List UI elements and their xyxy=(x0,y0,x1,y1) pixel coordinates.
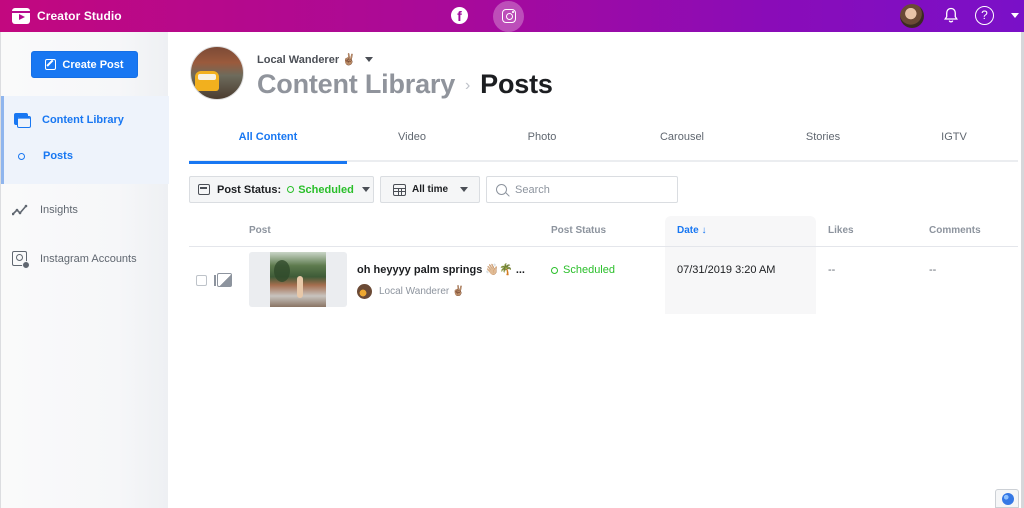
content-tabs: All Content Video Photo Carousel Stories… xyxy=(189,122,1019,164)
post-likes: -- xyxy=(828,264,836,276)
user-avatar[interactable] xyxy=(900,4,924,28)
status-text: Scheduled xyxy=(563,264,615,276)
breadcrumb-separator: › xyxy=(465,77,471,94)
account-settings-icon xyxy=(12,251,30,269)
tab-carousel[interactable]: Carousel xyxy=(607,122,757,162)
app-title: Creator Studio xyxy=(37,9,122,23)
sidebar-item-label: Content Library xyxy=(42,113,124,126)
caret-down-icon xyxy=(361,187,370,192)
author-name: Local Wanderer ✌🏽 xyxy=(379,286,465,297)
calendar-icon xyxy=(393,183,406,196)
insights-chart-icon xyxy=(12,204,28,216)
post-author: Local Wanderer ✌🏽 xyxy=(357,284,464,299)
tab-stories[interactable]: Stories xyxy=(757,122,889,162)
create-post-label: Create Post xyxy=(62,58,124,71)
globe-icon xyxy=(1002,493,1014,505)
account-name: Local Wanderer ✌🏽 xyxy=(257,54,356,66)
sidebar: Create Post Content Library Posts Insigh… xyxy=(0,32,169,508)
brand[interactable]: Creator Studio xyxy=(12,0,122,32)
row-checkbox[interactable] xyxy=(196,275,207,286)
author-avatar xyxy=(357,284,372,299)
create-post-button[interactable]: Create Post xyxy=(31,51,138,78)
sidebar-item-label: Instagram Accounts xyxy=(40,252,137,265)
photo-type-icon xyxy=(214,273,232,287)
instagram-platform-button[interactable] xyxy=(493,1,524,32)
caret-down-icon xyxy=(364,57,373,62)
caret-down-icon[interactable] xyxy=(1011,13,1019,18)
post-comments: -- xyxy=(929,264,937,276)
facebook-icon[interactable]: f xyxy=(451,7,468,24)
help-icon[interactable]: ? xyxy=(975,6,994,25)
status-list-icon xyxy=(198,184,210,195)
column-header-post: Post xyxy=(249,225,271,236)
clapperboard-play-icon xyxy=(12,8,30,24)
post-status-filter[interactable]: Post Status: Scheduled xyxy=(189,176,374,203)
search-icon xyxy=(496,184,507,195)
search-box xyxy=(486,176,678,203)
status-dot-icon xyxy=(551,266,558,274)
sidebar-item-label: Insights xyxy=(40,204,78,216)
date-range-value: All time xyxy=(412,184,449,195)
dot-icon xyxy=(18,152,25,160)
avatar-photo xyxy=(195,71,219,91)
sidebar-item-posts[interactable]: Posts xyxy=(18,150,73,162)
post-thumbnail[interactable] xyxy=(249,252,347,307)
page-title: Posts xyxy=(480,69,553,99)
sidebar-item-label: Posts xyxy=(43,150,73,162)
table-header-divider xyxy=(189,246,1018,247)
content-library-icon xyxy=(14,113,31,128)
breadcrumb: Content Library › Posts xyxy=(257,69,553,100)
date-range-filter[interactable]: All time xyxy=(380,176,480,203)
instagram-icon xyxy=(502,9,516,23)
top-bar: Creator Studio f ? xyxy=(0,0,1024,32)
tab-video[interactable]: Video xyxy=(347,122,477,162)
page-avatar xyxy=(190,46,244,100)
account-switcher[interactable]: Local Wanderer ✌🏽 xyxy=(257,53,373,66)
tab-photo[interactable]: Photo xyxy=(477,122,607,162)
language-button[interactable] xyxy=(995,489,1019,508)
column-header-post-status[interactable]: Post Status xyxy=(551,225,606,236)
status-dot-icon xyxy=(287,186,295,193)
status-badge: Scheduled xyxy=(551,264,615,276)
bell-icon[interactable] xyxy=(944,7,958,23)
post-title[interactable]: oh heyyyy palm springs 👋🏼🌴 ... xyxy=(357,263,525,276)
post-date: 07/31/2019 3:20 AM xyxy=(677,264,776,276)
tab-igtv[interactable]: IGTV xyxy=(889,122,1019,162)
post-status-value: Scheduled xyxy=(298,183,354,196)
thumbnail-image xyxy=(270,252,326,307)
tab-all-content[interactable]: All Content xyxy=(189,122,347,164)
column-header-comments[interactable]: Comments xyxy=(929,225,981,236)
sidebar-item-instagram-accounts[interactable]: Instagram Accounts xyxy=(12,251,137,269)
caret-down-icon xyxy=(460,187,469,192)
column-header-date[interactable]: Date ↓ xyxy=(677,225,706,236)
edit-icon xyxy=(45,59,57,70)
sidebar-item-content-library[interactable]: Content Library xyxy=(14,113,124,128)
sidebar-group-content-library: Content Library Posts xyxy=(1,96,169,184)
column-header-likes[interactable]: Likes xyxy=(828,225,854,236)
breadcrumb-parent[interactable]: Content Library xyxy=(257,69,455,100)
search-input[interactable] xyxy=(515,183,665,196)
post-status-label: Post Status: xyxy=(217,183,282,196)
sidebar-item-insights[interactable]: Insights xyxy=(12,204,78,216)
